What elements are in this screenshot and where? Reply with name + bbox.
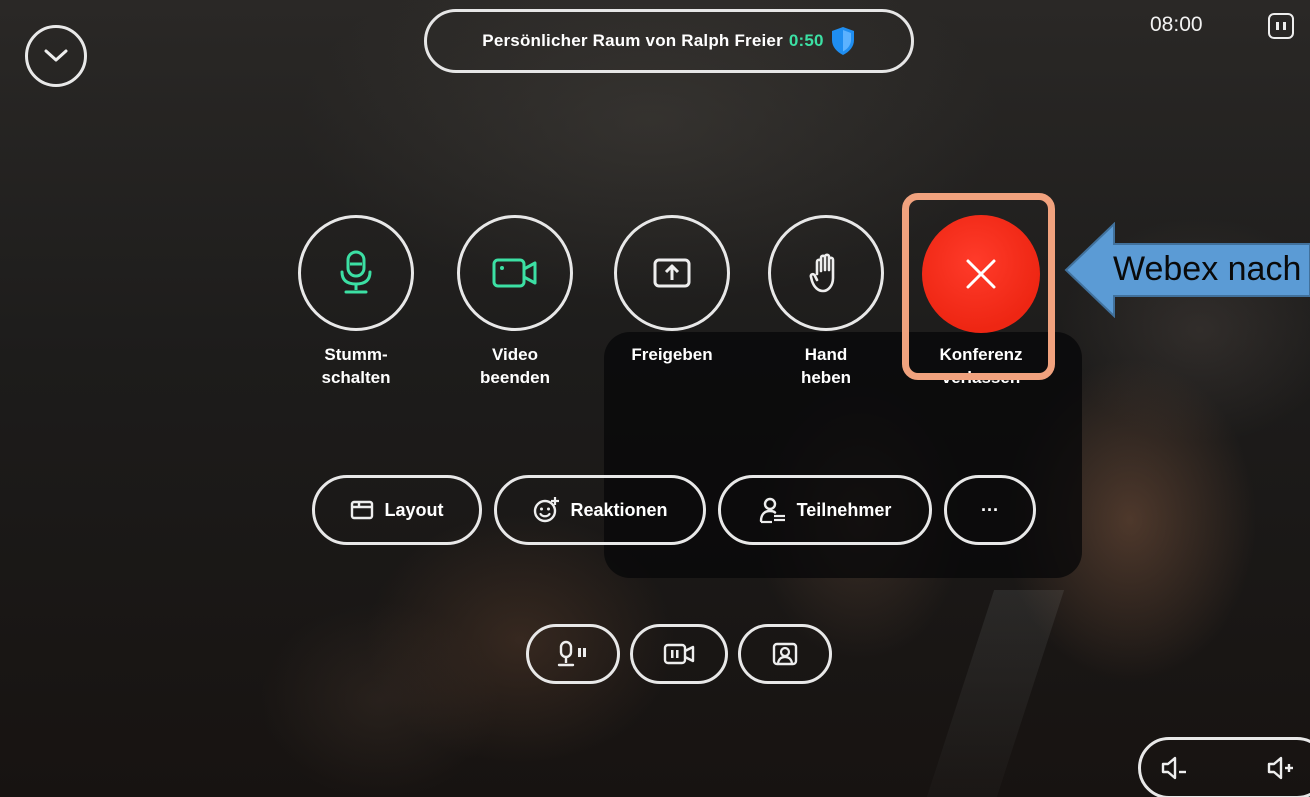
meeting-title: Persönlicher Raum von Ralph Freier: [482, 31, 783, 50]
camera-icon: [492, 258, 537, 288]
share-screen-icon: [653, 258, 691, 288]
close-icon: [966, 259, 996, 289]
more-icon: ···: [981, 499, 999, 520]
camera-mini-icon: [663, 643, 695, 665]
layout-label: Layout: [384, 499, 444, 520]
shield-icon: [831, 27, 854, 55]
compact-view-button[interactable]: [1268, 13, 1294, 39]
meeting-screen: Persönlicher Raum von Ralph Freier 0:50 …: [0, 0, 1310, 797]
stop-video-button[interactable]: [457, 215, 573, 331]
video-label: Video beenden: [480, 345, 550, 387]
mute-label: Stumm- schalten: [321, 345, 391, 387]
volume-up-icon: [1267, 756, 1293, 780]
raise-hand-button[interactable]: [768, 215, 884, 331]
mute-button[interactable]: [298, 215, 414, 331]
collapse-button[interactable]: [25, 25, 87, 87]
volume-up-button[interactable]: [1264, 752, 1296, 784]
layout-icon: [351, 500, 374, 520]
share-control[interactable]: Freigeben: [612, 215, 732, 366]
emoji-icon: [534, 497, 560, 523]
more-button[interactable]: ···: [944, 475, 1036, 545]
mini-mic-button[interactable]: [526, 624, 620, 684]
volume-down-button[interactable]: [1158, 752, 1190, 784]
hand-icon: [809, 253, 835, 293]
meeting-info-pill[interactable]: Persönlicher Raum von Ralph Freier 0:50: [424, 9, 914, 73]
video-control[interactable]: Video beenden: [455, 215, 575, 389]
microphone-icon: [340, 250, 372, 294]
annotation-text: Webex nach: [1113, 250, 1302, 288]
participants-icon: [759, 497, 785, 524]
mini-camera-button[interactable]: [630, 624, 728, 684]
raise-hand-control[interactable]: Hand heben: [766, 215, 886, 389]
self-view-icon: [772, 642, 798, 666]
leave-meeting-button[interactable]: [922, 215, 1040, 333]
meeting-timer: 0:50: [788, 31, 824, 50]
mic-mini-icon: [557, 640, 586, 667]
share-button[interactable]: [614, 215, 730, 331]
share-label: Freigeben: [631, 345, 713, 364]
chevron-down-icon: [44, 49, 68, 62]
layout-button[interactable]: Layout: [312, 475, 482, 545]
participants-label: Teilnehmer: [796, 499, 892, 520]
self-view-button[interactable]: [738, 624, 832, 684]
compact-view-icon: [1276, 22, 1286, 30]
reactions-button[interactable]: Reaktionen: [494, 475, 706, 545]
participants-button[interactable]: Teilnehmer: [718, 475, 932, 545]
mute-control[interactable]: Stumm- schalten: [296, 215, 416, 389]
reactions-label: Reaktionen: [570, 499, 668, 520]
screen-glare: [925, 590, 1065, 797]
hand-label: Hand heben: [800, 345, 852, 387]
clock: 08:00: [1150, 13, 1203, 36]
volume-down-icon: [1161, 756, 1186, 780]
leave-meeting-label: Konferenz verlassen: [939, 345, 1023, 387]
